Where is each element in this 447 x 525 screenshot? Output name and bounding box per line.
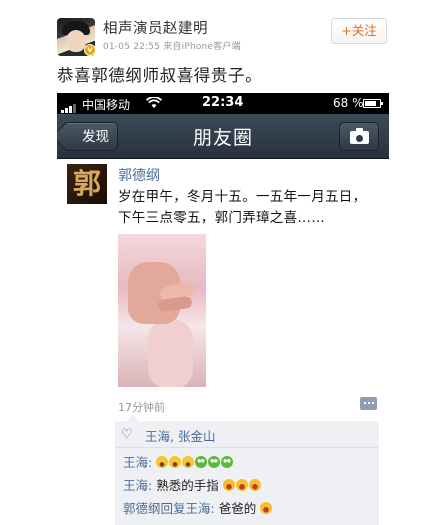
camera-button[interactable] <box>339 122 379 151</box>
comment-icon[interactable] <box>360 397 377 410</box>
signal-icon <box>61 99 77 113</box>
username[interactable]: 相声演员赵建明 <box>103 17 208 38</box>
wechat-screenshot: 中国移动 22:34 68 % 发现 朋友圈 郭 郭德纲 岁在甲午，冬月十五。一… <box>57 93 389 525</box>
frog-emoji-icon <box>195 456 208 468</box>
likes-row: ♡ 王海, 张金山 <box>115 421 379 448</box>
follow-button[interactable]: +关注 <box>331 18 387 44</box>
clock: 22:34 <box>202 95 244 110</box>
comment-author[interactable]: 王海: <box>123 455 152 470</box>
nav-bar: 发现 朋友圈 <box>57 114 389 159</box>
laugh-emoji-icon <box>222 479 235 491</box>
comment-item[interactable]: 王海: <box>123 452 234 471</box>
moment-text: 岁在甲午，冬月十五。一五年一月五日，下午三点零五，郭门弄璋之喜…… <box>118 189 367 226</box>
shock-emoji-icon <box>169 456 182 468</box>
moment-time: 17分钟前 <box>118 401 165 414</box>
comment-author[interactable]: 郭德纲回复王海: <box>123 501 215 516</box>
comment-text: 熟悉的手指 <box>152 478 219 493</box>
battery-icon <box>363 99 383 108</box>
wifi-icon <box>146 97 162 108</box>
author-name[interactable]: 郭德纲 <box>118 165 160 185</box>
frog-emoji-icon <box>208 456 221 468</box>
verified-badge-icon: v <box>84 44 96 56</box>
post-meta: 01-05 22:55 来自iPhone客户端 <box>103 39 241 52</box>
comment-author[interactable]: 王海: <box>123 478 152 493</box>
avatar-face <box>66 30 86 52</box>
status-bar: 中国移动 22:34 68 % <box>57 93 389 114</box>
comment-item[interactable]: 王海: 熟悉的手指 <box>123 475 262 494</box>
comment-emojis <box>222 478 262 493</box>
post-timestamp: 01-05 22:55 <box>103 42 161 52</box>
comment-item[interactable]: 郭德纲回复王海: 爸爸的 <box>123 498 273 517</box>
laugh-emoji-icon <box>235 479 248 491</box>
camera-icon <box>350 128 369 144</box>
comment-emojis <box>156 455 234 470</box>
carrier-label: 中国移动 <box>82 98 131 112</box>
comment-emojis <box>260 501 273 516</box>
photo-wrist <box>148 319 193 387</box>
comment-text: 爸爸的 <box>214 501 257 516</box>
weibo-post-header: v 相声演员赵建明 01-05 22:55 来自iPhone客户端 +关注 <box>0 0 447 58</box>
post-source[interactable]: 来自iPhone客户端 <box>163 42 241 52</box>
laugh-emoji-icon <box>248 479 261 491</box>
laugh-emoji-icon <box>260 502 273 514</box>
author-avatar[interactable]: 郭 <box>67 164 107 204</box>
post-text: 恭喜郭德纲师叔喜得贵子。 <box>57 66 263 85</box>
moment-post: 郭 郭德纲 岁在甲午，冬月十五。一五年一月五日，下午三点零五，郭门弄璋之喜…… … <box>57 159 389 525</box>
shock-emoji-icon <box>156 456 169 468</box>
likes-comments-panel: ♡ 王海, 张金山 王海: 王海: 熟悉的手指 郭德纲回复王海: 爸爸的 <box>115 415 379 525</box>
frog-emoji-icon <box>221 456 234 468</box>
battery-percent: 68 % <box>333 96 364 110</box>
likes-list[interactable]: 王海, 张金山 <box>145 426 215 445</box>
heart-icon: ♡ <box>121 427 133 442</box>
moment-photo[interactable] <box>118 234 206 387</box>
shock-emoji-icon <box>182 456 195 468</box>
